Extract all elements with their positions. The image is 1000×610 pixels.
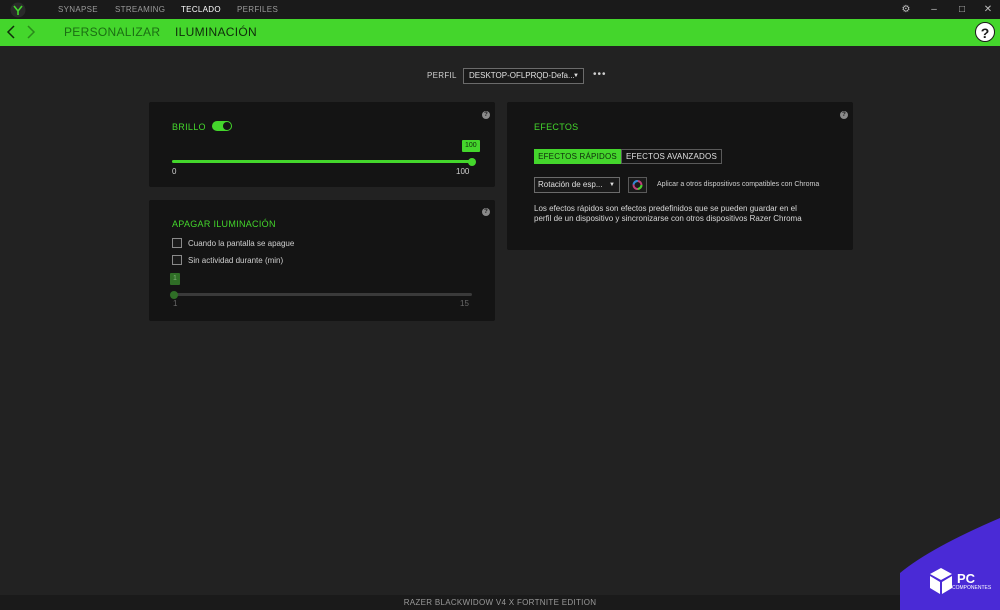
forward-arrow-icon[interactable] xyxy=(24,23,38,41)
inactivity-min: 1 xyxy=(173,299,178,308)
brightness-min: 0 xyxy=(172,167,177,176)
nav-perfiles[interactable]: PERFILES xyxy=(237,0,278,19)
profile-dropdown[interactable]: DESKTOP-OFLPRQD-Defa... ▼ xyxy=(463,68,584,84)
inactivity-max: 15 xyxy=(460,299,469,308)
chevron-down-icon: ▼ xyxy=(573,73,579,79)
lighting-off-title: APAGAR ILUMINACIÓN xyxy=(172,219,276,229)
chroma-apply-button[interactable] xyxy=(628,177,647,193)
inactivity-label: Sin actividad durante (min) xyxy=(188,256,284,265)
effect-dropdown[interactable]: Rotación de esp... ▼ xyxy=(534,177,620,193)
info-icon[interactable]: ? xyxy=(482,111,490,119)
screen-off-label: Cuando la pantalla se apague xyxy=(188,239,295,248)
inactivity-slider-thumb[interactable] xyxy=(170,290,178,299)
device-name-footer: RAZER BLACKWIDOW V4 X FORTNITE EDITION xyxy=(0,595,1000,610)
more-options-icon[interactable]: ••• xyxy=(593,69,607,80)
maximize-icon[interactable]: □ xyxy=(952,0,972,19)
inactivity-value-bubble: 1 xyxy=(170,273,180,285)
sub-navigation: PERSONALIZAR ILUMINACIÓN ? xyxy=(0,19,1000,46)
tab-personalizar[interactable]: PERSONALIZAR xyxy=(64,19,160,46)
inactivity-checkbox[interactable] xyxy=(172,255,182,265)
effects-title: EFECTOS xyxy=(534,122,579,132)
nav-teclado[interactable]: TECLADO xyxy=(181,0,221,19)
info-icon[interactable]: ? xyxy=(482,208,490,216)
apply-chroma-label: Aplicar a otros dispositivos compatibles… xyxy=(657,181,820,188)
brightness-slider[interactable] xyxy=(172,160,472,163)
chevron-down-icon: ▼ xyxy=(609,182,615,188)
watermark-sub: COMPONENTES xyxy=(952,585,992,591)
settings-gear-icon[interactable]: ⚙ xyxy=(896,0,916,19)
brightness-panel: BRILLO ? 100 0 100 xyxy=(149,102,495,187)
brightness-slider-thumb[interactable] xyxy=(468,157,476,166)
tab-iluminacion[interactable]: ILUMINACIÓN xyxy=(175,19,257,46)
brightness-title: BRILLO xyxy=(172,122,206,132)
razer-logo-icon[interactable] xyxy=(10,2,26,18)
profile-label: PERFIL xyxy=(427,71,457,80)
nav-streaming[interactable]: STREAMING xyxy=(115,0,165,19)
pccomponentes-watermark-logo xyxy=(900,518,1000,610)
brightness-max: 100 xyxy=(456,167,470,176)
back-arrow-icon[interactable] xyxy=(4,23,18,41)
screen-off-checkbox[interactable] xyxy=(172,238,182,248)
inactivity-slider[interactable] xyxy=(174,293,472,296)
effect-value: Rotación de esp... xyxy=(538,180,603,189)
brightness-toggle[interactable] xyxy=(212,121,232,131)
watermark-brand: PC xyxy=(957,571,976,586)
lighting-off-panel: APAGAR ILUMINACIÓN ? Cuando la pantalla … xyxy=(149,200,495,321)
brightness-value-bubble: 100 xyxy=(462,140,480,152)
minimize-icon[interactable]: – xyxy=(924,0,944,19)
nav-synapse[interactable]: SYNAPSE xyxy=(58,0,98,19)
help-icon[interactable]: ? xyxy=(975,22,995,42)
effects-description: Los efectos rápidos son efectos predefin… xyxy=(534,204,802,223)
tab-quick-effects[interactable]: EFECTOS RÁPIDOS xyxy=(534,149,621,164)
chroma-icon xyxy=(632,180,643,190)
tab-advanced-effects[interactable]: EFECTOS AVANZADOS xyxy=(621,149,722,164)
profile-value: DESKTOP-OFLPRQD-Defa... xyxy=(469,71,575,80)
info-icon[interactable]: ? xyxy=(840,111,848,119)
effects-panel: EFECTOS ? xyxy=(507,102,853,250)
close-icon[interactable]: ✕ xyxy=(978,0,998,19)
title-bar: SYNAPSE STREAMING TECLADO PERFILES ⚙ – □… xyxy=(0,0,1000,19)
